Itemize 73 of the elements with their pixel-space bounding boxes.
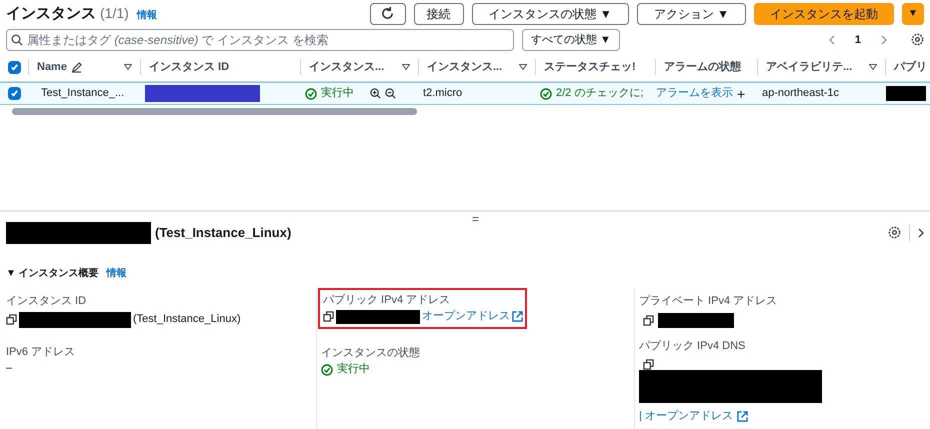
check-icon (10, 62, 19, 72)
column-header[interactable]: ステータスチェッ! (544, 58, 636, 76)
check-circle-icon (305, 88, 317, 100)
field-label: IPv6 アドレス (6, 344, 76, 360)
sort-caret-icon[interactable] (519, 64, 527, 70)
open-address-link[interactable]: オープンアドレス (422, 308, 510, 325)
table-row[interactable]: Test_Instance_... 実行中 t2.micro 2/2 のチェックに; アラームを表示 + ap-northeast-1c (0, 82, 930, 106)
field-value: (Test_Instance_Linux) (133, 312, 241, 328)
external-link-icon[interactable] (736, 411, 748, 422)
dropdown-button[interactable]: インスタンスの状態 ▼ (472, 2, 629, 25)
check-circle-icon (321, 364, 333, 376)
field-label: パブリック IPv4 DNS (639, 338, 746, 354)
sort-caret-icon[interactable] (869, 64, 877, 70)
info-link[interactable]: 情報 (106, 266, 127, 281)
state-filter[interactable]: すべての状態 ▼ (522, 28, 620, 51)
status-text: 実行中 (321, 86, 354, 102)
field-label: プライベート IPv4 アドレス (639, 294, 778, 309)
refresh-button[interactable] (370, 2, 406, 25)
launch-menu-button[interactable]: ▼ (902, 2, 924, 25)
redaction-block (886, 86, 926, 102)
column-header[interactable]: インスタンス... (309, 58, 384, 76)
open-address-link[interactable]: | オープンアドレス (639, 408, 733, 425)
column-header[interactable]: Name (37, 58, 67, 76)
resize-handle[interactable]: = (472, 210, 480, 228)
add-alarm-button[interactable]: + (737, 86, 746, 101)
view-alarms-link[interactable]: アラームを表示 (656, 85, 733, 102)
copy-icon[interactable] (643, 315, 654, 326)
launch-button[interactable]: インスタンスを起動 (754, 2, 894, 25)
connect-button[interactable]: 接続 (414, 2, 464, 25)
instance-count: (1/1) (100, 4, 129, 23)
checkbox[interactable] (8, 87, 21, 100)
field-label: インスタンス ID (6, 294, 88, 309)
scrollbar-thumb[interactable] (12, 108, 417, 116)
next-page-icon[interactable] (881, 34, 887, 45)
search-icon (11, 34, 23, 46)
table-cell: ap-northeast-1c (762, 87, 840, 100)
column-header[interactable]: パブリ (894, 58, 927, 76)
pencil-icon (70, 62, 82, 73)
check-circle-icon (540, 88, 552, 100)
copy-icon[interactable] (643, 358, 654, 370)
check-icon (10, 89, 19, 98)
settings-icon[interactable] (888, 226, 901, 240)
table-cell: Test_Instance_... (41, 87, 124, 100)
field-value: – (6, 361, 14, 376)
search-field[interactable]: 属性またはタグ (case-sensitive) で インスタンス を検索 (6, 28, 514, 51)
info-link[interactable]: 情報 (136, 8, 157, 23)
detail-title: (Test_Instance_Linux) (155, 224, 292, 242)
previous-page-icon[interactable] (828, 34, 835, 45)
column-header[interactable]: アラームの状態 (664, 58, 741, 76)
column-header[interactable]: インスタンス... (427, 58, 502, 76)
copy-icon[interactable] (6, 314, 17, 326)
field-label: インスタンスの状態 (321, 346, 421, 361)
sort-caret-icon[interactable] (402, 64, 410, 70)
search-placeholder: 属性またはタグ (case-sensitive) で インスタンス を検索 (27, 32, 328, 49)
dropdown-button[interactable]: アクション ▼ (636, 2, 746, 25)
chevron-right-icon[interactable] (918, 228, 924, 238)
status-check-text: 2/2 のチェックに; (556, 86, 644, 102)
page-number[interactable]: 1 (854, 32, 861, 48)
refresh-icon (381, 7, 394, 20)
external-link-icon[interactable] (512, 311, 523, 322)
sort-caret-icon[interactable] (124, 64, 132, 70)
column-header[interactable]: インスタンス ID (149, 58, 230, 76)
table-cell: t2.micro (423, 87, 462, 100)
section-toggle[interactable]: ▼ インスタンス概要 (6, 266, 99, 281)
column-header[interactable]: アベイラビリテ... (766, 58, 852, 76)
copy-icon[interactable] (323, 311, 334, 322)
checkbox[interactable] (8, 60, 21, 74)
settings-icon[interactable] (911, 33, 924, 46)
zoom-out-icon[interactable] (385, 88, 396, 100)
field-label: パブリック IPv4 アドレス (323, 292, 452, 308)
zoom-in-icon[interactable] (370, 88, 381, 100)
page-title: インスタンス (6, 4, 96, 24)
status-text: 実行中 (337, 362, 370, 378)
